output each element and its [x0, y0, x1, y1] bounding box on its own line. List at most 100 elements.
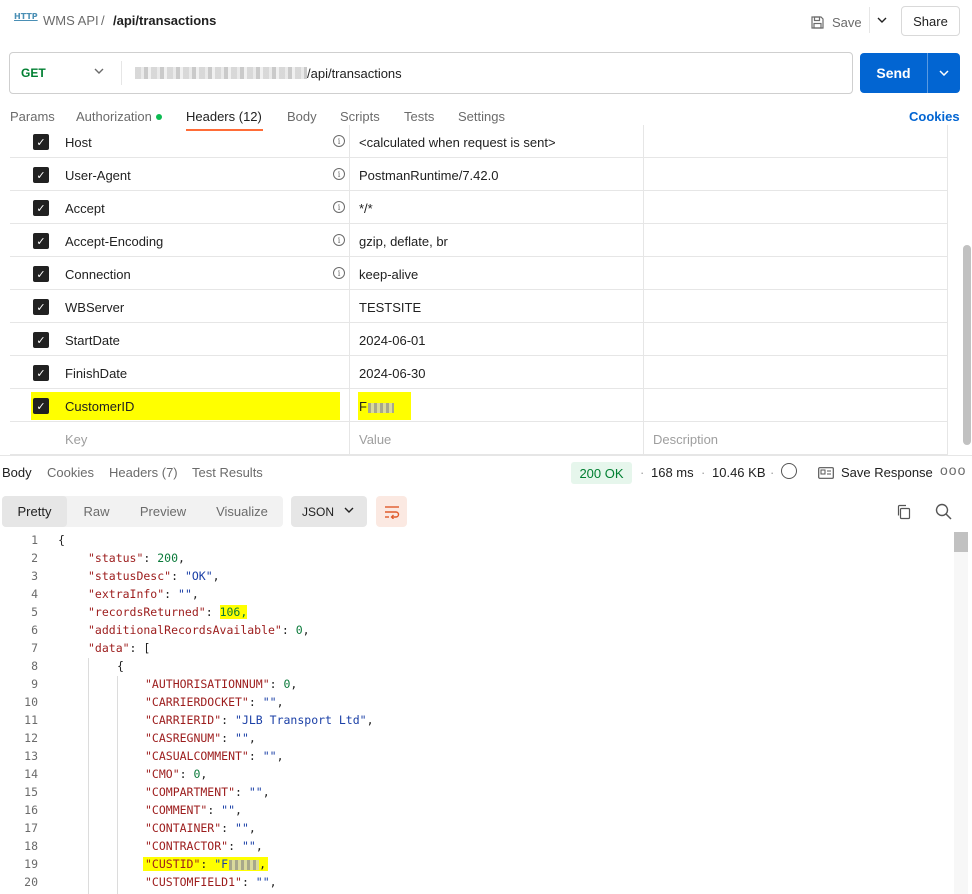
header-key[interactable]: Host	[65, 135, 92, 150]
tab-authorization[interactable]: Authorization	[76, 109, 162, 124]
info-icon[interactable]: i	[333, 168, 345, 180]
json-brace: {	[117, 659, 124, 673]
cookies-link[interactable]: Cookies	[909, 109, 960, 124]
copy-icon[interactable]	[896, 504, 912, 520]
header-checkbox[interactable]: ✓	[33, 233, 49, 249]
header-description-cell[interactable]	[643, 191, 948, 224]
code-line: 12 "CASREGNUM": "",	[0, 730, 960, 748]
header-key[interactable]: CustomerID	[65, 399, 134, 414]
code-scrollbar-track[interactable]	[954, 532, 968, 894]
header-checkbox[interactable]: ✓	[33, 167, 49, 183]
header-value[interactable]: 2024-06-01	[359, 333, 426, 348]
header-key[interactable]: WBServer	[65, 300, 124, 315]
tab-params[interactable]: Params	[10, 109, 55, 124]
save-response-label: Save Response	[841, 465, 933, 480]
code-line: 14 "CMO": 0,	[0, 766, 960, 784]
new-header-value-input[interactable]: Value	[359, 432, 391, 447]
code-scrollbar-thumb[interactable]	[954, 532, 968, 552]
header-checkbox[interactable]: ✓	[33, 332, 49, 348]
http-icon-text: HTTP	[14, 12, 38, 21]
header-value[interactable]: TESTSITE	[359, 300, 421, 315]
header-checkbox[interactable]: ✓	[33, 134, 49, 150]
network-globe-icon[interactable]	[781, 463, 797, 479]
scrollbar[interactable]	[963, 245, 971, 445]
save-options-button[interactable]	[869, 7, 894, 33]
save-button[interactable]: Save	[810, 10, 862, 34]
share-button[interactable]: Share	[901, 6, 960, 36]
view-visualize-button[interactable]: Visualize	[201, 496, 283, 527]
header-value[interactable]: F	[359, 399, 394, 414]
header-key[interactable]: FinishDate	[65, 366, 127, 381]
header-value[interactable]: 2024-06-30	[359, 366, 426, 381]
header-key[interactable]: Connection	[65, 267, 131, 282]
tab-tests[interactable]: Tests	[404, 109, 434, 124]
json-entry: "recordsReturned": 106,	[88, 605, 248, 619]
header-description-cell[interactable]	[643, 389, 948, 422]
url-input[interactable]: /api/transactions	[307, 66, 402, 81]
breadcrumb-collection[interactable]: WMS API	[43, 13, 99, 28]
new-header-key-input[interactable]: Key	[65, 432, 87, 447]
header-value[interactable]: keep-alive	[359, 267, 418, 282]
tab-settings[interactable]: Settings	[458, 109, 505, 124]
header-key[interactable]: StartDate	[65, 333, 120, 348]
search-icon[interactable]	[935, 503, 952, 520]
header-checkbox[interactable]: ✓	[33, 266, 49, 282]
header-checkbox[interactable]: ✓	[33, 200, 49, 216]
header-description-cell[interactable]	[643, 125, 948, 158]
json-entry: "CASREGNUM": "",	[145, 731, 256, 745]
send-options-button[interactable]	[928, 53, 960, 93]
header-description-cell[interactable]	[643, 158, 948, 191]
breadcrumb-request-name[interactable]: /api/transactions	[113, 13, 216, 28]
header-description-cell[interactable]	[643, 356, 948, 389]
response-body-viewer[interactable]: 1{ 2 "status": 200, 3 "statusDesc": "OK", …	[0, 532, 960, 894]
new-header-description-input[interactable]: Description	[653, 432, 718, 447]
info-icon[interactable]: i	[333, 201, 345, 213]
header-description-cell[interactable]	[643, 224, 948, 257]
send-button[interactable]: Send	[860, 53, 927, 93]
tab-response-cookies[interactable]: Cookies	[47, 465, 94, 480]
header-value[interactable]: */*	[359, 201, 373, 216]
header-checkbox[interactable]: ✓	[33, 398, 49, 414]
view-raw-button[interactable]: Raw	[68, 496, 125, 527]
json-entry: "CASUALCOMMENT": "",	[145, 749, 284, 763]
json-entry: "statusDesc": "OK",	[88, 569, 220, 583]
format-select[interactable]: JSON	[291, 496, 367, 527]
response-time[interactable]: 168 ms	[651, 465, 694, 480]
info-icon[interactable]: i	[333, 267, 345, 279]
header-key[interactable]: Accept	[65, 201, 105, 216]
info-icon[interactable]: i	[333, 135, 345, 147]
response-size[interactable]: 10.46 KB	[712, 465, 766, 480]
header-description-cell[interactable]	[643, 290, 948, 323]
view-pretty-button[interactable]: Pretty	[2, 496, 67, 527]
header-checkbox[interactable]: ✓	[33, 299, 49, 315]
pane-divider[interactable]	[0, 455, 972, 456]
tab-body[interactable]: Body	[287, 109, 317, 124]
chevron-down-icon[interactable]	[94, 68, 104, 74]
info-icon[interactable]: i	[333, 234, 345, 246]
more-options-icon[interactable]: ooo	[940, 462, 966, 478]
tab-scripts[interactable]: Scripts	[340, 109, 380, 124]
header-value[interactable]: gzip, deflate, br	[359, 234, 448, 249]
header-key[interactable]: Accept-Encoding	[65, 234, 163, 249]
line-number: 13	[24, 749, 38, 763]
view-preview-button[interactable]: Preview	[128, 496, 198, 527]
header-description-cell[interactable]	[643, 257, 948, 290]
header-description-cell[interactable]	[643, 323, 948, 356]
tab-headers[interactable]: Headers (12)	[186, 109, 262, 124]
header-key[interactable]: User-Agent	[65, 168, 131, 183]
code-line: 17 "CONTAINER": "",	[0, 820, 960, 838]
json-entry: "CONTRACTOR": "",	[145, 839, 263, 853]
tab-response-body[interactable]: Body	[2, 465, 32, 480]
header-value[interactable]: <calculated when request is sent>	[359, 135, 556, 150]
tab-response-headers[interactable]: Headers (7)	[109, 465, 178, 480]
wrap-lines-button[interactable]	[376, 496, 407, 527]
method-select[interactable]: GET	[21, 66, 46, 80]
status-badge[interactable]: 200 OK	[571, 462, 632, 484]
header-value[interactable]: PostmanRuntime/7.42.0	[359, 168, 498, 183]
tab-test-results[interactable]: Test Results	[192, 465, 263, 480]
header-checkbox[interactable]: ✓	[33, 365, 49, 381]
top-bar: HTTP WMS API / /api/transactions Save Sh…	[0, 0, 972, 42]
json-value: ""	[221, 803, 236, 817]
save-response-button[interactable]: Save Response	[818, 465, 933, 480]
chevron-down-icon	[939, 70, 949, 76]
